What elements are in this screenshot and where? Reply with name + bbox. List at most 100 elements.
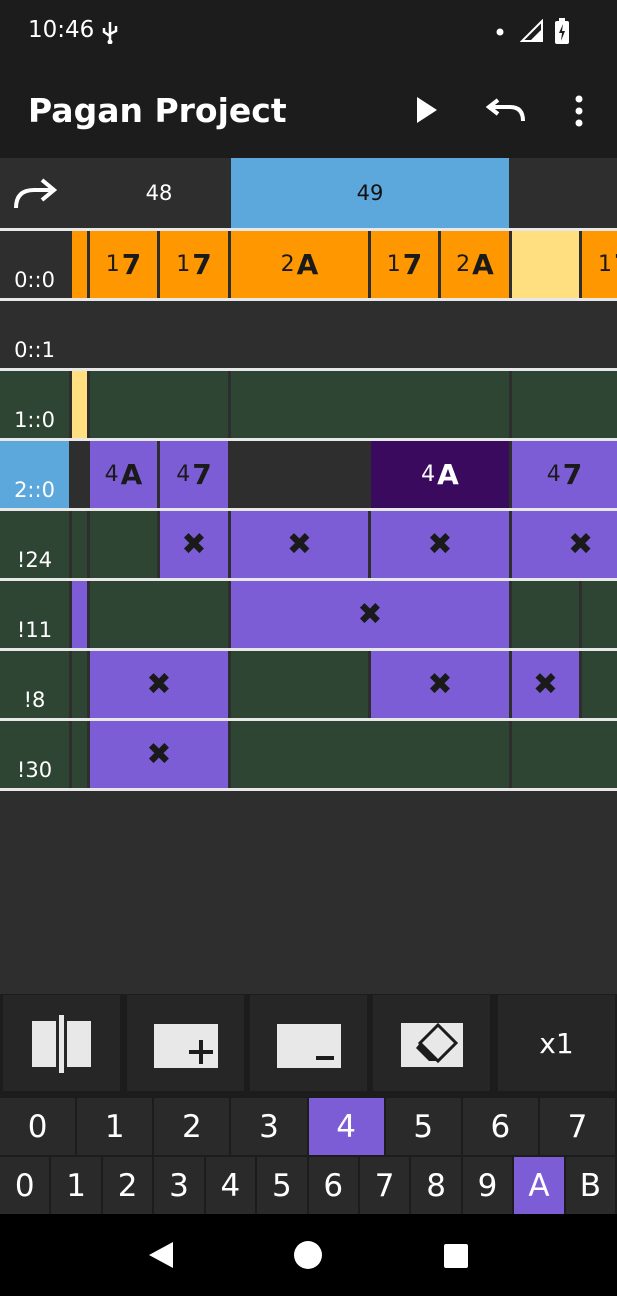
octave-option-selected[interactable]: 4: [308, 1098, 386, 1155]
offset-option[interactable]: B: [565, 1157, 617, 1214]
octave-option[interactable]: 3: [231, 1098, 309, 1155]
control-cell[interactable]: [72, 511, 87, 578]
grid-line: [0, 508, 617, 511]
row-label-24[interactable]: !24: [0, 511, 69, 578]
note-cell[interactable]: 2A: [441, 231, 509, 298]
split-button[interactable]: [3, 995, 120, 1091]
note-cell[interactable]: [72, 231, 87, 298]
cross-icon: ✖: [427, 667, 453, 702]
note-cell[interactable]: [231, 441, 368, 508]
control-cell[interactable]: [512, 721, 617, 788]
note-cell[interactable]: 17: [371, 231, 438, 298]
octave-option[interactable]: 5: [385, 1098, 463, 1155]
row-label-0-0[interactable]: 0::0: [0, 231, 69, 298]
cross-icon: ✖: [181, 527, 207, 562]
row-label-8[interactable]: !8: [0, 651, 69, 718]
row-label-2-0[interactable]: 2::0: [0, 441, 69, 508]
duration-multiplier-button[interactable]: x1: [498, 995, 615, 1091]
control-cell[interactable]: ✖: [371, 651, 509, 718]
control-cell[interactable]: [512, 581, 579, 648]
note-cell[interactable]: 47: [512, 441, 617, 508]
undo-icon[interactable]: [486, 94, 526, 126]
cross-icon: ✖: [357, 597, 383, 632]
status-time: 10:46: [28, 17, 95, 43]
control-cell[interactable]: [72, 581, 87, 648]
offset-option[interactable]: 8: [411, 1157, 463, 1214]
control-cell[interactable]: [90, 581, 228, 648]
beat-header-50[interactable]: [512, 158, 617, 228]
control-cell[interactable]: [582, 651, 617, 718]
play-icon[interactable]: [412, 95, 440, 125]
octave-option[interactable]: 2: [154, 1098, 232, 1155]
offset-option[interactable]: 1: [51, 1157, 103, 1214]
beat-header-48[interactable]: 48: [90, 158, 228, 228]
note-cell-selected[interactable]: 4A: [371, 441, 509, 508]
grid-line: [0, 438, 617, 441]
note-cell[interactable]: [231, 371, 509, 438]
note-cell[interactable]: [72, 371, 87, 438]
offset-option[interactable]: 0: [0, 1157, 52, 1214]
control-cell[interactable]: [582, 581, 617, 648]
note-cell[interactable]: [72, 441, 87, 508]
row-label-30[interactable]: !30: [0, 721, 69, 788]
offset-option[interactable]: 3: [154, 1157, 206, 1214]
offset-option[interactable]: 4: [205, 1157, 258, 1214]
note-cell[interactable]: 17: [160, 231, 228, 298]
note-cell[interactable]: 17: [582, 231, 617, 298]
row-label-0-1[interactable]: 0::1: [0, 301, 69, 368]
octave-option[interactable]: 6: [462, 1098, 540, 1155]
control-cell[interactable]: [72, 721, 87, 788]
grid-line: [0, 648, 617, 651]
octave-option[interactable]: 7: [539, 1098, 617, 1155]
note-cell[interactable]: [512, 301, 617, 368]
offset-option[interactable]: 9: [462, 1157, 515, 1214]
remove-button[interactable]: [250, 995, 367, 1091]
control-cell[interactable]: [231, 651, 368, 718]
note-cell[interactable]: [512, 231, 579, 298]
home-icon[interactable]: [293, 1240, 323, 1270]
grid-line: [0, 298, 617, 301]
beat-header-partial: [72, 158, 87, 228]
control-cell[interactable]: ✖: [90, 651, 228, 718]
more-options-icon[interactable]: [570, 94, 588, 128]
beat-header-49[interactable]: 49: [231, 158, 509, 228]
note-cell[interactable]: [90, 371, 228, 438]
offset-option[interactable]: 7: [359, 1157, 412, 1214]
row-label-1-0[interactable]: 1::0: [0, 371, 69, 438]
note-cell[interactable]: 17: [90, 231, 157, 298]
offset-option[interactable]: 5: [257, 1157, 309, 1214]
project-title[interactable]: Pagan Project: [28, 91, 287, 130]
insert-button[interactable]: [127, 995, 244, 1091]
control-cell[interactable]: [90, 511, 157, 578]
recents-icon[interactable]: [443, 1243, 469, 1269]
offset-option-selected[interactable]: A: [514, 1157, 566, 1214]
control-cell[interactable]: ✖: [371, 511, 509, 578]
note-cell[interactable]: [72, 301, 87, 368]
note-cell[interactable]: [90, 301, 228, 368]
control-cell[interactable]: ✖: [512, 511, 617, 578]
control-cell[interactable]: ✖: [231, 581, 509, 648]
redo-button[interactable]: [0, 158, 69, 228]
cross-icon: ✖: [146, 667, 172, 702]
control-cell[interactable]: ✖: [90, 721, 228, 788]
control-cell[interactable]: ✖: [160, 511, 228, 578]
offset-option[interactable]: 2: [102, 1157, 155, 1214]
note-cell[interactable]: [231, 301, 509, 368]
row-label-11[interactable]: !11: [0, 581, 69, 648]
note-cell[interactable]: 47: [160, 441, 228, 508]
control-cell[interactable]: ✖: [512, 651, 579, 718]
insert-icon: [153, 1024, 218, 1068]
app-bar: Pagan Project: [0, 64, 617, 158]
control-cell[interactable]: [72, 651, 87, 718]
note-cell[interactable]: 2A: [231, 231, 368, 298]
octave-option[interactable]: 0: [0, 1098, 78, 1155]
grid-line: [0, 368, 617, 371]
note-cell[interactable]: [512, 371, 617, 438]
note-cell[interactable]: 4A: [90, 441, 157, 508]
control-cell[interactable]: [231, 721, 509, 788]
octave-option[interactable]: 1: [77, 1098, 155, 1155]
offset-option[interactable]: 6: [308, 1157, 360, 1214]
control-cell[interactable]: ✖: [231, 511, 368, 578]
erase-button[interactable]: [373, 995, 490, 1091]
back-icon[interactable]: [147, 1240, 175, 1270]
